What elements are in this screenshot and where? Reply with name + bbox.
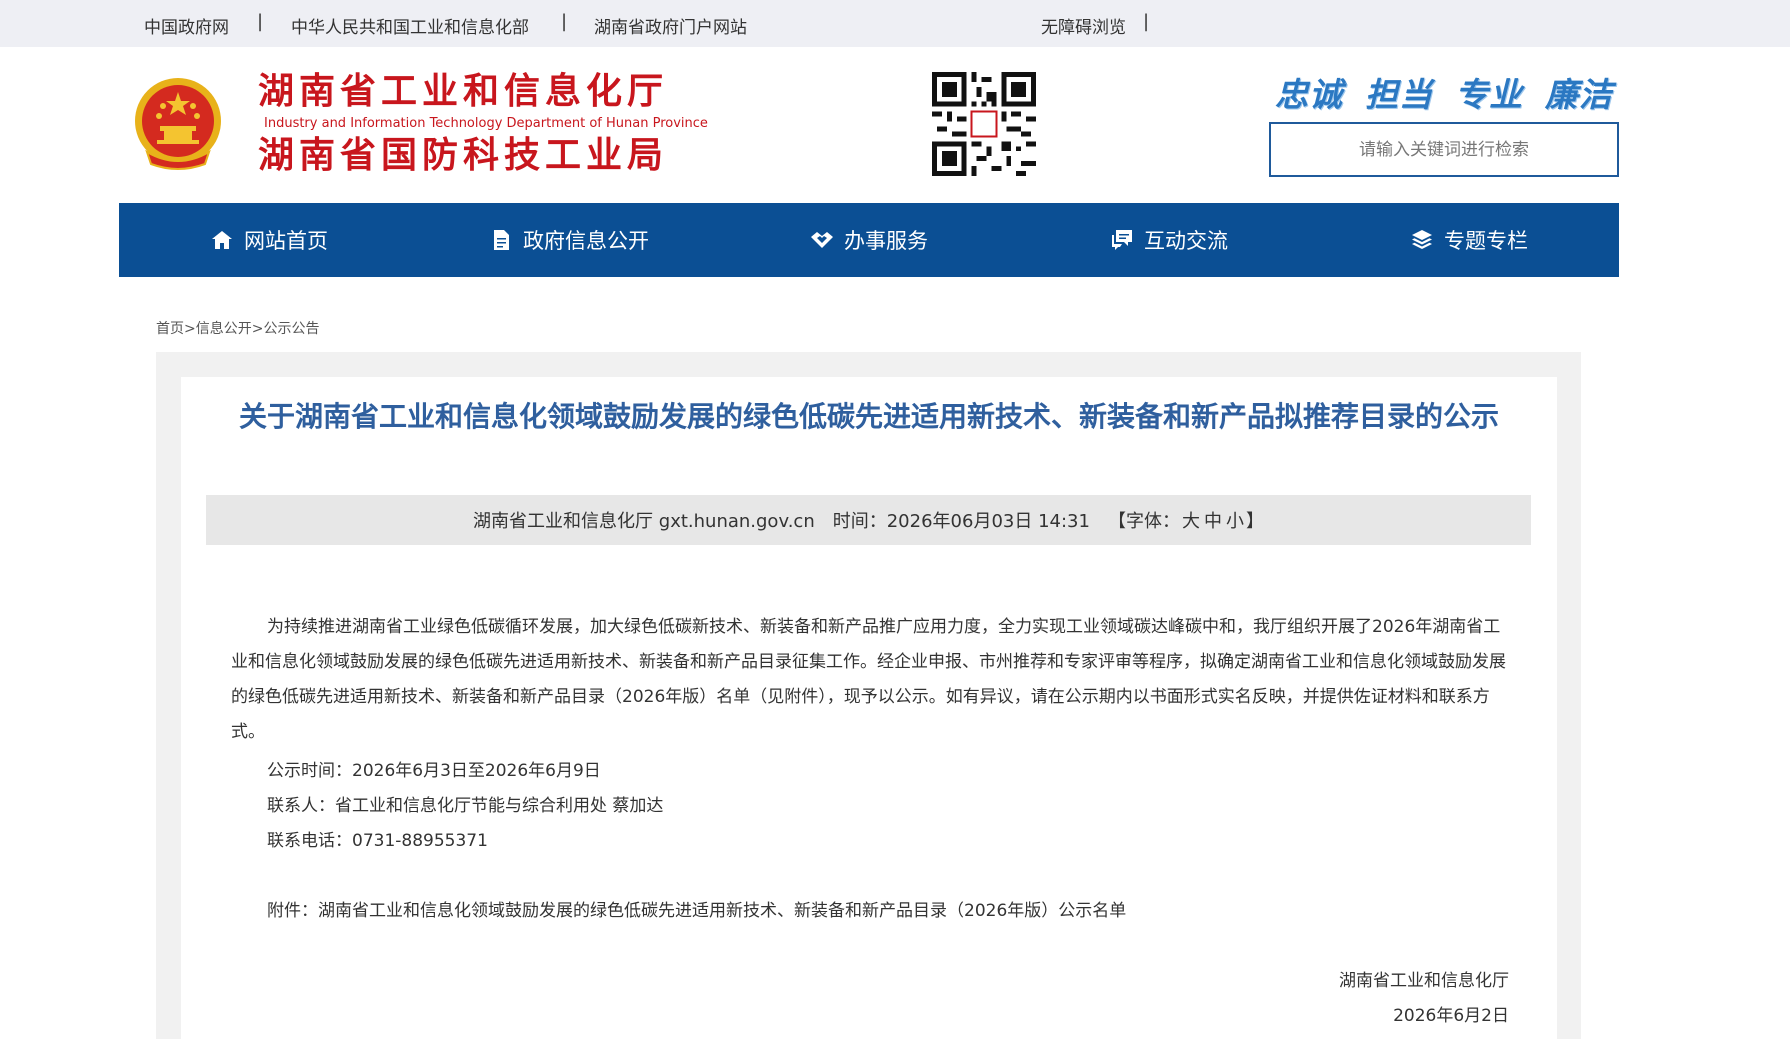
slogan-item: 专业 [1455,75,1523,114]
link-miit[interactable]: 中华人民共和国工业和信息化部 [291,13,529,38]
top-separator: | [561,11,568,32]
nav-item-home[interactable]: 网站首页 [119,203,419,277]
nav-item-interaction[interactable]: 互动交流 [1019,203,1319,277]
font-size-small[interactable]: 小 [1226,507,1244,533]
site-title-line1: 湖南省工业和信息化厅 [258,70,669,112]
nav-item-label: 专题专栏 [1444,229,1528,253]
breadcrumb-home[interactable]: 首页 [156,321,184,337]
nav-item-services[interactable]: 办事服务 [719,203,1019,277]
top-separator: | [1143,11,1150,32]
nav-item-label: 办事服务 [844,229,928,253]
site-title-line2: 湖南省国防科技工业局 [258,134,669,176]
contact-person: 联系人：省工业和信息化厅节能与综合利用处 蔡加达 [267,796,664,816]
breadcrumb-separator: > [184,321,196,337]
link-china-gov[interactable]: 中国政府网 [144,13,229,38]
link-hunan-gov[interactable]: 湖南省政府门户网站 [594,13,747,38]
top-separator: | [257,11,264,32]
signature-org: 湖南省工业和信息化厅 [1339,971,1509,991]
handshake-icon [811,232,833,248]
breadcrumb-notices[interactable]: 公示公告 [263,321,319,337]
article-paragraph: 为持续推进湖南省工业绿色低碳循环发展，加大绿色低碳新技术、新装备和新产品推广应用… [231,617,1506,742]
nav-item-gov-info[interactable]: 政府信息公开 [419,203,719,277]
signature-date: 2026年6月2日 [1393,1006,1509,1026]
chat-icon [1112,230,1132,250]
slogan: 忠诚 担当 专业 廉洁 [1275,68,1635,116]
article-title: 关于湖南省工业和信息化领域鼓励发展的绿色低碳先进适用新技术、新装备和新产品拟推荐… [238,400,1499,433]
slogan-item: 担当 [1365,75,1433,114]
home-icon [212,231,232,249]
qr-code-icon [932,72,1036,176]
national-emblem-icon [133,74,223,172]
slogan-item: 廉洁 [1545,75,1613,114]
breadcrumb: 首页>信息公开>公示公告 [156,318,319,338]
main-nav: 网站首页 政府信息公开 办事服务 互动交流 专题专栏 [119,203,1619,277]
nav-item-label: 网站首页 [244,229,328,253]
contact-phone: 联系电话：0731-88955371 [267,831,488,851]
attachment-link[interactable]: 附件：湖南省工业和信息化领域鼓励发展的绿色低碳先进适用新技术、新装备和新产品目录… [267,896,1126,921]
top-bar: 中国政府网 | 中华人民共和国工业和信息化部 | 湖南省政府门户网站 无障碍浏览… [0,0,1790,47]
document-icon [494,230,509,250]
font-size-prefix: 【字体： [1107,511,1180,532]
search-box [1269,122,1619,177]
nav-item-label: 互动交流 [1144,229,1228,253]
site-title-english: Industry and Information Technology Depa… [264,116,708,131]
slogan-item: 忠诚 [1275,75,1343,114]
article-source: 湖南省工业和信息化厅 gxt.hunan.gov.cn [473,511,815,532]
nav-item-topics[interactable]: 专题专栏 [1319,203,1619,277]
font-size-medium[interactable]: 中 [1204,507,1222,533]
breadcrumb-separator: > [251,321,264,337]
article-time: 时间：2026年06月03日 14:31 [832,511,1090,532]
accessibility-link[interactable]: 无障碍浏览 [1041,13,1126,38]
nav-item-label: 政府信息公开 [523,229,649,253]
notice-period: 公示时间：2026年6月3日至2026年6月9日 [267,761,601,781]
search-input[interactable] [1271,124,1617,175]
font-size-suffix: 】 [1245,511,1264,532]
layers-icon [1412,230,1432,249]
article-body: 为持续推进湖南省工业绿色低碳循环发展，加大绿色低碳新技术、新装备和新产品推广应用… [231,610,1509,750]
font-size-large[interactable]: 大 [1182,507,1200,533]
article-meta-bar: 湖南省工业和信息化厅 gxt.hunan.gov.cn 时间：2026年06月0… [206,495,1531,545]
breadcrumb-info-public[interactable]: 信息公开 [196,321,252,337]
